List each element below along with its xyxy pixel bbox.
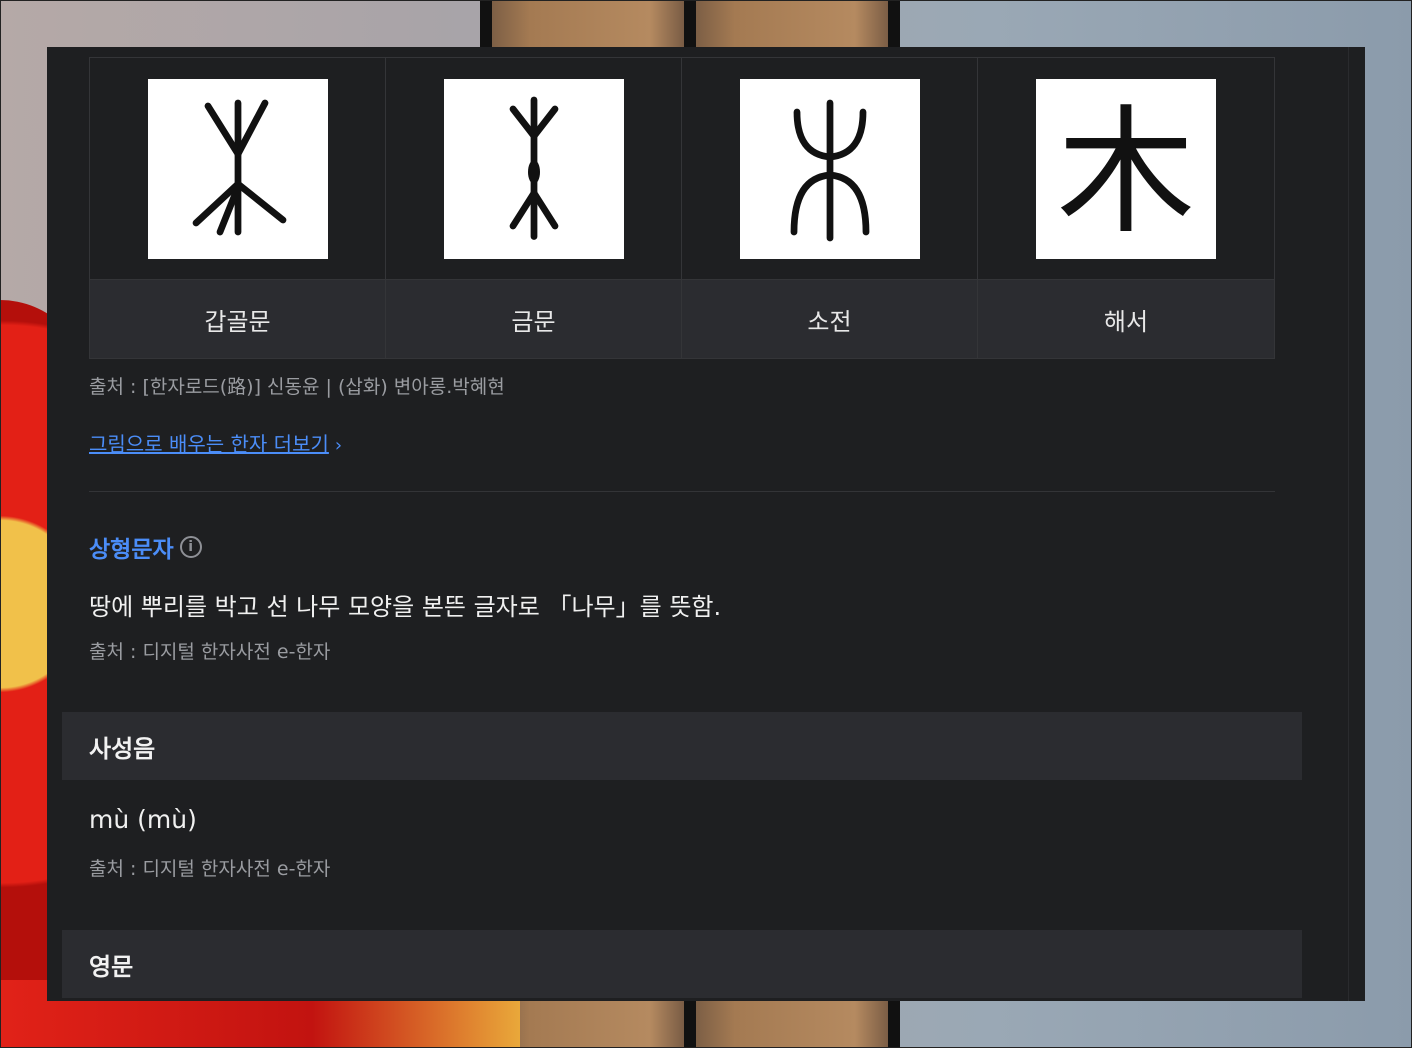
- script-forms-table: 갑골문 금문 소전 木 해서: [89, 57, 1275, 359]
- character-type-title: 상형문자 i: [89, 530, 202, 564]
- english-section-header: 영문: [62, 930, 1302, 998]
- character-type-source: 출처 : 디지털 한자사전 e-한자: [89, 641, 331, 663]
- divider: [89, 491, 1275, 492]
- chevron-right-icon: ›: [334, 435, 343, 456]
- svg-text:木: 木: [1057, 94, 1195, 244]
- script-form-label: 갑골문: [90, 280, 385, 358]
- tones-source: 출처 : 디지털 한자사전 e-한자: [89, 858, 331, 880]
- dictionary-panel: 갑골문 금문 소전 木 해서 출처: [한자로드(路)] 신동윤 | (삽화)…: [47, 47, 1365, 1001]
- script-form-label: 금문: [386, 280, 681, 358]
- character-type-description: 땅에 뿌리를 박고 선 나무 모양을 본뜬 글자로 「나무」를 뜻함.: [89, 593, 722, 621]
- script-form-bronze: 금문: [386, 58, 682, 358]
- script-form-label: 해서: [978, 280, 1274, 358]
- oracle-bone-script-tree-glyph-icon: [147, 78, 328, 259]
- info-icon[interactable]: i: [179, 536, 202, 558]
- scrollbar-track[interactable]: [1348, 47, 1349, 1001]
- more-hanja-link-label: 그림으로 배우는 한자 더보기: [89, 432, 329, 456]
- regular-script-mu-glyph-icon: 木: [1036, 78, 1216, 259]
- forms-source-text: 출처 : [한자로드(路)] 신동윤 | (삽화) 변아롱.박혜현: [89, 376, 505, 398]
- pinyin-pronunciation: mù (mù): [89, 805, 197, 834]
- tones-section-header: 사성음: [62, 712, 1302, 780]
- script-form-label: 소전: [682, 280, 977, 358]
- small-seal-script-tree-glyph-icon: [739, 78, 920, 259]
- script-form-oracle: 갑골문: [90, 58, 386, 358]
- character-type-label: 상형문자: [89, 537, 174, 563]
- script-form-regular: 木 해서: [978, 58, 1274, 358]
- bronze-script-tree-glyph-icon: [443, 78, 624, 259]
- script-form-seal: 소전: [682, 58, 978, 358]
- more-hanja-link[interactable]: 그림으로 배우는 한자 더보기 ›: [89, 428, 342, 457]
